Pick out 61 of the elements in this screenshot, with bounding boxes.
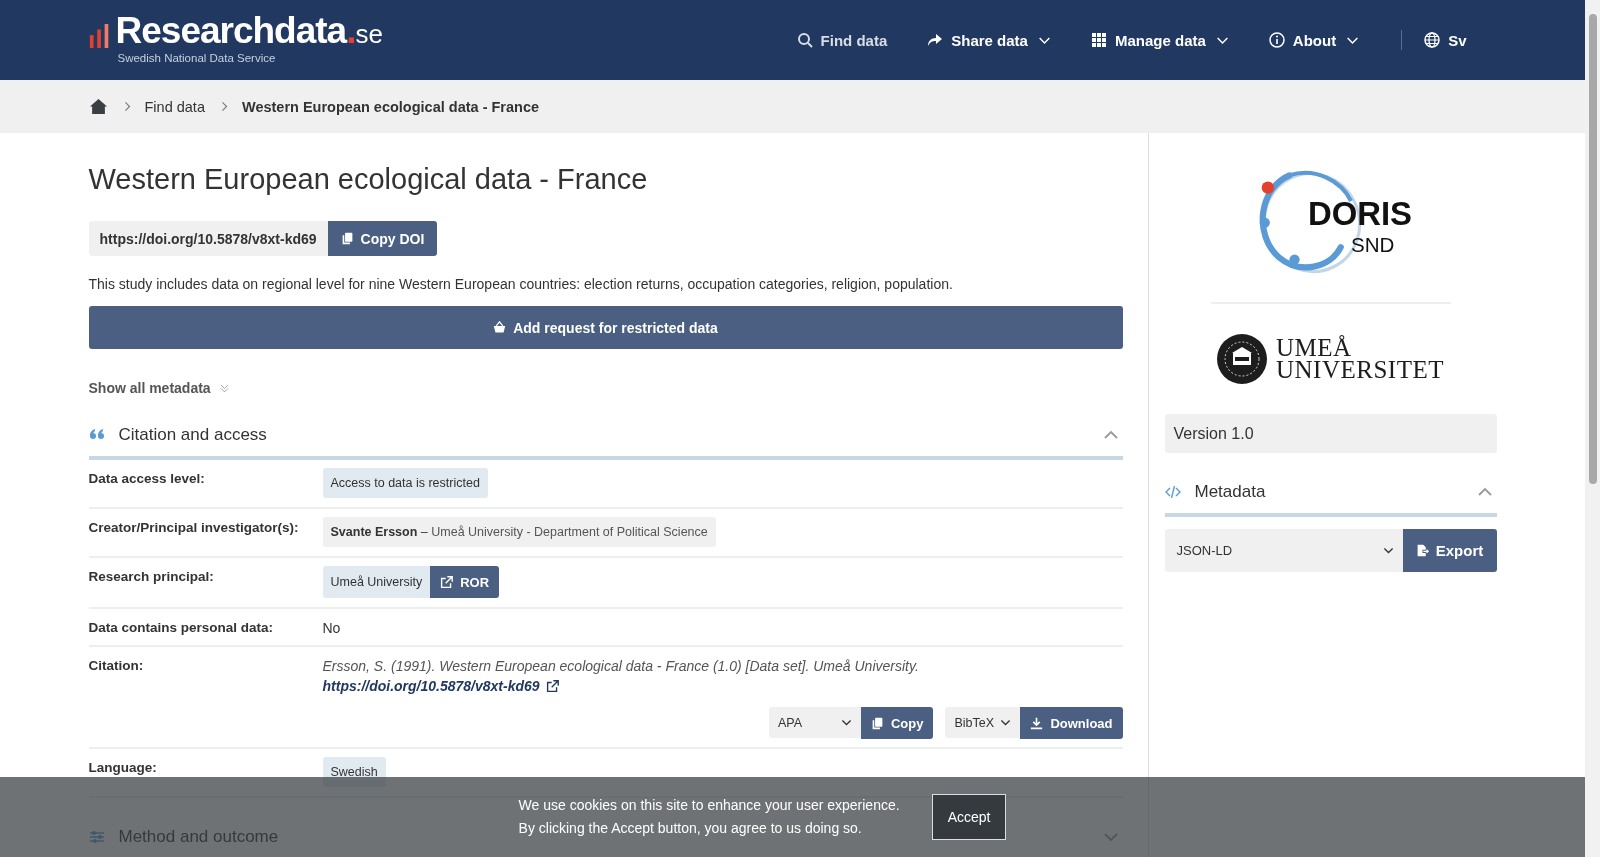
double-chevron-down-icon (218, 382, 230, 394)
grid-icon (1090, 32, 1107, 48)
citation-text: Ersson, S. (1991). Western European ecological data - France (1.0) [Data set]. Umeå University. (322, 657, 920, 674)
globe-icon (1424, 32, 1441, 48)
chevron-down-icon (840, 717, 852, 728)
nav-link[interactable]: Find data (796, 31, 888, 49)
copy-doi-button[interactable]: Copy DOI (327, 221, 438, 256)
download-button[interactable]: Download (1020, 707, 1123, 739)
external-link-icon (545, 679, 559, 693)
section-header[interactable]: Citation and access (88, 414, 1123, 460)
show-all-metadata-link[interactable]: Show all metadata (88, 380, 230, 396)
request-button[interactable]: Add request for restricted data (88, 306, 1123, 349)
person-tag: Svante Ersson – Umeå University - Department of Political Science (322, 517, 716, 547)
field-label: Creator/Principal investigator(s): (88, 519, 300, 537)
field-label: Data contains personal data: (88, 619, 275, 636)
nav-link[interactable]: Share data (927, 31, 1051, 49)
copy-button[interactable]: Copy (860, 707, 934, 739)
export-button[interactable]: Export (1402, 529, 1497, 572)
share-arrow-icon (927, 32, 944, 48)
home-link[interactable] (88, 98, 108, 115)
language-link[interactable]: Sv (1424, 31, 1467, 49)
doi-link[interactable]: https://doi.org/10.5878/v8xt-kd69 (322, 678, 559, 694)
field-label: Citation: (88, 657, 145, 675)
copy-icon (340, 232, 354, 245)
citation-style-select[interactable]: APA (768, 707, 861, 738)
ror-link-button[interactable]: ROR (430, 566, 500, 598)
metadata-header[interactable]: Metadata (1164, 471, 1497, 517)
copy-icon (870, 716, 884, 730)
nav-link[interactable]: About (1268, 31, 1360, 49)
field-label: Research principal: (88, 568, 215, 586)
basket-icon (493, 321, 507, 334)
breadcrumb-link[interactable]: Find data (144, 98, 205, 115)
format-select[interactable]: BibTeX (945, 707, 1021, 738)
cookie-message: By clicking the Accept button, you agree to us doing so. (518, 819, 863, 838)
info-icon (1268, 32, 1285, 48)
export-file-icon (1415, 544, 1429, 557)
page-title: Western European ecological data - France (88, 163, 649, 196)
nav-link[interactable]: Manage data (1090, 31, 1229, 49)
description: This study includes data on regional level for nine Western European countries: election returns, occupation categories, religion, population. (88, 276, 954, 292)
search-icon (796, 32, 813, 48)
field-value: No (322, 619, 341, 636)
code-icon (1164, 484, 1181, 500)
chevron-down-icon (1382, 545, 1394, 556)
site-logo[interactable]: Researchdata.se Swedish National Data Service (88, 10, 383, 64)
breadcrumb-current: Western European ecological data - France (241, 98, 540, 115)
organization-tag: Umeå University (322, 566, 431, 598)
field-label: Data access level: (88, 470, 206, 488)
doi-text: https://doi.org/10.5878/v8xt-kd69 (88, 221, 328, 256)
chevron-down-icon (1000, 717, 1012, 728)
university-logo: UMEÅ UNIVERSITET (1217, 334, 1444, 384)
format-select[interactable]: JSON-LD (1164, 529, 1403, 572)
accept-button[interactable]: Accept (931, 794, 1007, 840)
external-link-icon (440, 575, 454, 589)
field-label: Language: (88, 759, 158, 777)
version-label: Version 1.0 (1164, 414, 1497, 453)
download-icon (1030, 716, 1044, 730)
cookie-message: We use cookies on this site to enhance your user experience. (518, 796, 900, 815)
scrollbar[interactable] (1585, 0, 1600, 857)
tag: Access to data is restricted (322, 468, 488, 498)
home-icon (88, 98, 108, 115)
bar-chart-icon (88, 23, 111, 48)
